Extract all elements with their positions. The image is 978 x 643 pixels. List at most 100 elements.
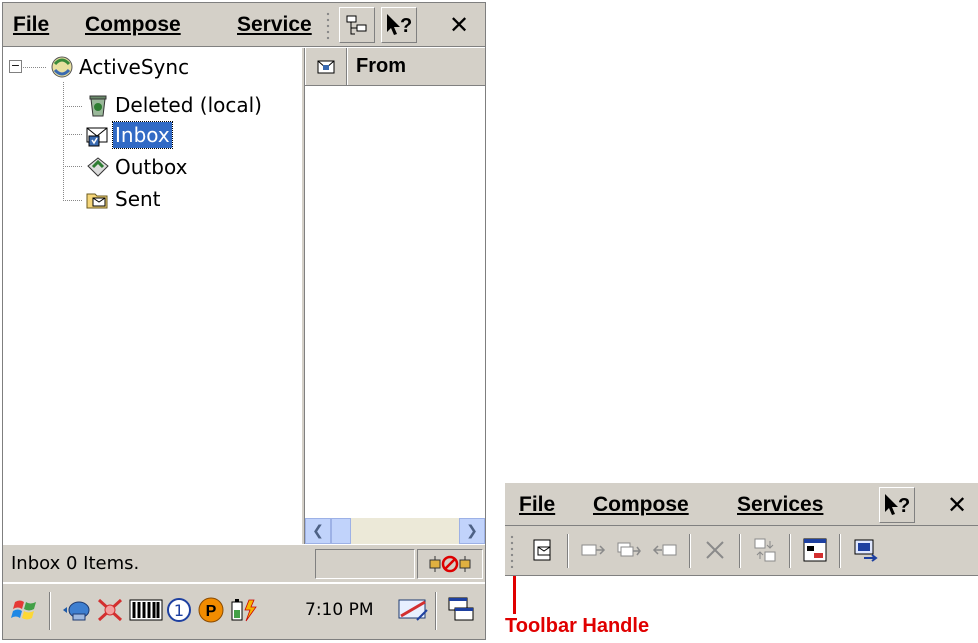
menu-services[interactable]: Service	[237, 11, 321, 39]
tree-item-outbox[interactable]: Outbox	[85, 152, 189, 182]
callout-menu-bar: File Compose Services ? ✕	[505, 482, 978, 526]
sent-icon	[86, 193, 108, 209]
menu-file-label: File	[13, 13, 50, 36]
tree-expander[interactable]: −	[9, 60, 22, 73]
delete-button[interactable]	[697, 532, 733, 568]
callout-toolbar	[505, 526, 978, 576]
taskbar-clock[interactable]: 7:10 PM	[305, 600, 374, 620]
number-one-icon: 1	[167, 598, 191, 622]
toolbar-handle[interactable]	[325, 11, 331, 41]
callout-menu-compose[interactable]: Compose	[593, 491, 689, 519]
folder-list-toolbar-button[interactable]	[797, 532, 833, 568]
menu-services-label: Service	[237, 13, 312, 36]
menu-compose[interactable]: Compose	[85, 11, 181, 39]
tree-label-root: ActiveSync	[79, 55, 190, 79]
chevron-right-icon: ❯	[466, 523, 478, 539]
reply-icon	[581, 544, 606, 556]
svg-text:?: ?	[400, 15, 412, 37]
battery-level-icon	[129, 599, 163, 621]
status-bar: Inbox 0 Items.	[3, 544, 485, 582]
folder-tree-icon	[803, 538, 827, 562]
scroll-thumb[interactable]	[331, 518, 351, 544]
svg-text:?: ?	[898, 495, 910, 517]
disconnected-icon	[429, 555, 471, 573]
tree-label-sent: Sent	[115, 187, 161, 211]
start-button[interactable]	[11, 596, 39, 624]
callout-help-button[interactable]: ?	[879, 487, 915, 523]
callout-menu-compose-label: Compose	[593, 493, 689, 516]
send-receive-button[interactable]	[747, 532, 783, 568]
tree-item-inbox[interactable]: Inbox	[85, 120, 173, 150]
toolbar-handle-grip[interactable]	[509, 534, 515, 568]
tree-label-inbox: Inbox	[112, 121, 173, 149]
status-cell-empty	[315, 549, 415, 579]
callout-menu-services[interactable]: Services	[737, 491, 823, 519]
scroll-right-button[interactable]: ❯	[459, 518, 485, 544]
forward-button[interactable]	[647, 532, 683, 568]
recycle-bin-icon	[89, 95, 107, 117]
sip-tray-icon[interactable]	[397, 596, 429, 624]
outbox-icon	[87, 157, 109, 177]
pda-screen: File Compose Service ? ✕ − ActiveSync De…	[2, 2, 486, 640]
charging-tray-icon[interactable]	[229, 596, 259, 624]
bluetooth-tray-icon[interactable]	[95, 596, 125, 624]
network-tray-icon[interactable]	[61, 596, 91, 624]
reply-all-icon	[617, 542, 641, 557]
battery-charging-icon	[231, 599, 257, 622]
column-header-from[interactable]: From	[347, 48, 487, 85]
reply-button[interactable]	[575, 532, 611, 568]
desktop-tray-icon[interactable]	[445, 596, 477, 624]
horizontal-scrollbar[interactable]: ❮ ❯	[305, 518, 485, 544]
help-pointer-icon: ?	[387, 14, 412, 37]
power-p-icon: P	[198, 597, 224, 623]
cascade-windows-icon	[448, 597, 474, 621]
menu-bar: File Compose Service ? ✕	[3, 3, 485, 47]
close-icon: ✕	[448, 11, 470, 39]
tree-item-activesync[interactable]: ActiveSync	[49, 52, 191, 82]
radio-off-icon	[97, 598, 123, 622]
folder-tree: − ActiveSync Deleted (local) Inbox Outbo…	[3, 48, 301, 544]
network-icon	[63, 601, 90, 621]
new-message-button[interactable]	[525, 532, 561, 568]
input-mode-tray-icon[interactable]: 1	[165, 596, 193, 624]
connect-button[interactable]	[847, 532, 883, 568]
power-tray-icon[interactable]: P	[197, 596, 225, 624]
send-receive-icon	[754, 538, 776, 562]
svg-text:P: P	[206, 603, 217, 620]
menu-file[interactable]: File	[13, 11, 49, 39]
reply-all-button[interactable]	[611, 532, 647, 568]
forward-icon	[652, 544, 677, 556]
close-button[interactable]: ✕	[441, 7, 477, 43]
message-list: From ❮ ❯	[305, 48, 485, 544]
windows-logo-icon	[11, 600, 36, 620]
battery-tray-icon[interactable]	[129, 596, 163, 624]
callout-close-button[interactable]: ✕	[939, 487, 975, 523]
tree-label-deleted: Deleted (local)	[115, 93, 262, 117]
column-header-from-label: From	[356, 55, 406, 77]
new-message-icon	[533, 539, 551, 561]
tree-item-deleted[interactable]: Deleted (local)	[85, 90, 264, 120]
input-panel-icon	[398, 599, 428, 621]
help-pointer-icon: ?	[885, 494, 910, 517]
toolbar-callout: File Compose Services ? ✕ Toolbar Handle	[505, 482, 978, 643]
status-cell-connection	[417, 549, 483, 579]
delete-x-icon	[706, 541, 724, 559]
tree-label-outbox: Outbox	[115, 155, 188, 179]
callout-menu-file[interactable]: File	[519, 491, 555, 519]
inbox-icon	[86, 127, 108, 147]
menu-compose-label: Compose	[85, 13, 181, 36]
tree-item-sent[interactable]: Sent	[85, 184, 163, 214]
annotation-line	[513, 576, 516, 614]
scroll-left-button[interactable]: ❮	[305, 518, 331, 544]
toolbar-handle-annotation: Toolbar Handle	[505, 615, 650, 637]
close-icon: ✕	[946, 491, 968, 519]
column-header-icon[interactable]	[305, 48, 347, 85]
callout-menu-file-label: File	[519, 493, 556, 516]
chevron-left-icon: ❮	[312, 523, 324, 539]
activesync-icon	[51, 56, 73, 78]
svg-text:1: 1	[174, 601, 184, 620]
folder-list-button[interactable]	[339, 7, 375, 43]
status-text: Inbox 0 Items.	[11, 553, 140, 574]
help-button[interactable]: ?	[381, 7, 417, 43]
envelope-icon	[317, 60, 335, 73]
